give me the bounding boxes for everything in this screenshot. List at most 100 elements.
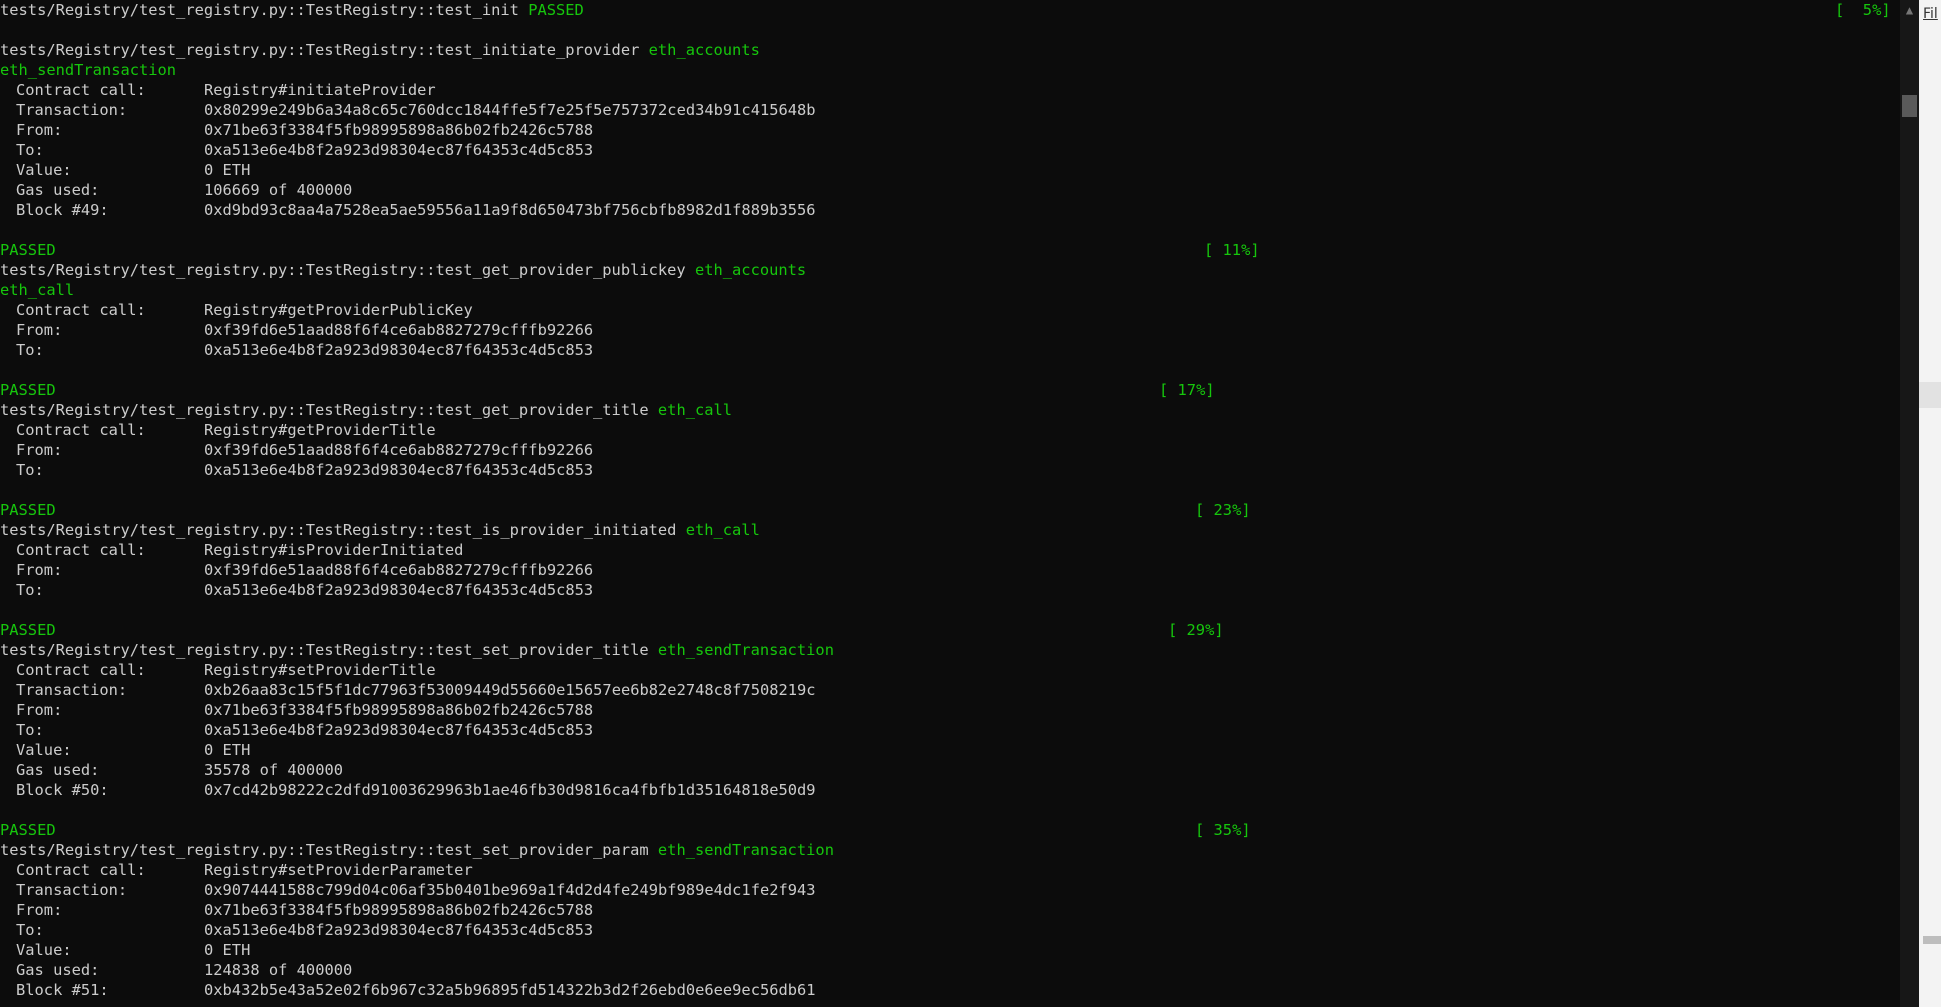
- side-panel-highlight: [1919, 382, 1941, 408]
- rpc-method-tag: eth_call: [657, 401, 733, 419]
- detail-value: 0x71be63f3384f5fb98995898a86b02fb2426c57…: [204, 701, 594, 719]
- call-detail-row: Transaction: 0xb26aa83c15f5f1dc77963f5300…: [0, 680, 1900, 700]
- detail-label: Gas used:: [16, 181, 100, 199]
- progress-percent: [ 11%]: [1204, 241, 1260, 259]
- test-status: PASSED: [0, 821, 56, 839]
- test-status: PASSED: [0, 621, 56, 639]
- call-detail-row: Contract call: Registry#setProviderTitle: [0, 660, 1900, 680]
- side-panel-scroll-marker: [1923, 936, 1941, 944]
- test-node-id: tests/Registry/test_registry.py::TestReg…: [0, 41, 640, 59]
- detail-label: Transaction:: [16, 881, 128, 899]
- detail-value: 0xa513e6e4b8f2a923d98304ec87f64353c4d5c8…: [204, 141, 594, 159]
- call-detail-row: To: 0xa513e6e4b8f2a923d98304ec87f64353c4d…: [0, 720, 1900, 740]
- call-detail-row: To: 0xa513e6e4b8f2a923d98304ec87f64353c4d…: [0, 460, 1900, 480]
- call-detail-row: Transaction: 0x9074441588c799d04c06af35b0…: [0, 880, 1900, 900]
- detail-label: Block #49:: [16, 201, 109, 219]
- test-node-id: tests/Registry/test_registry.py::TestReg…: [0, 261, 686, 279]
- call-detail-row: From: 0xf39fd6e51aad88f6f4ce6ab8827279cff…: [0, 320, 1900, 340]
- call-detail-row: To: 0xa513e6e4b8f2a923d98304ec87f64353c4d…: [0, 580, 1900, 600]
- progress-percent: [ 17%]: [1159, 381, 1215, 399]
- rpc-method-line: eth_call: [0, 280, 1900, 300]
- terminal-output[interactable]: tests/Registry/test_registry.py::TestReg…: [0, 0, 1900, 1007]
- detail-label: Value:: [16, 941, 72, 959]
- call-detail-row: Contract call: Registry#setProviderParame…: [0, 860, 1900, 880]
- test-header-line: tests/Registry/test_registry.py::TestReg…: [0, 520, 1900, 540]
- call-detail-row: Value: 0 ETH: [0, 940, 1900, 960]
- detail-label: To:: [16, 141, 44, 159]
- call-detail-row: Value: 0 ETH: [0, 740, 1900, 760]
- detail-value: 0xa513e6e4b8f2a923d98304ec87f64353c4d5c8…: [204, 721, 594, 739]
- detail-value: 0 ETH: [204, 741, 251, 759]
- test-header-line: tests/Registry/test_registry.py::TestReg…: [0, 640, 1900, 660]
- call-detail-row: From: 0xf39fd6e51aad88f6f4ce6ab8827279cff…: [0, 560, 1900, 580]
- detail-label: To:: [16, 581, 44, 599]
- test-node-id: tests/Registry/test_registry.py::TestReg…: [0, 641, 649, 659]
- scrollbar-thumb[interactable]: [1902, 95, 1917, 117]
- call-detail-row: To: 0xa513e6e4b8f2a923d98304ec87f64353c4d…: [0, 920, 1900, 940]
- test-status: PASSED: [0, 381, 56, 399]
- call-detail-row: Block #49: 0xd9bd93c8aa4a7528ea5ae59556a1…: [0, 200, 1900, 220]
- detail-label: To:: [16, 721, 44, 739]
- call-detail-row: Contract call: Registry#getProviderPublic…: [0, 300, 1900, 320]
- detail-label: To:: [16, 921, 44, 939]
- call-detail-row: To: 0xa513e6e4b8f2a923d98304ec87f64353c4d…: [0, 140, 1900, 160]
- call-detail-row: From: 0x71be63f3384f5fb98995898a86b02fb24…: [0, 120, 1900, 140]
- call-detail-row: Contract call: Registry#getProviderTitle: [0, 420, 1900, 440]
- passed-line: PASSED [ 29%]: [0, 620, 1900, 640]
- detail-label: Value:: [16, 741, 72, 759]
- call-detail-row: To: 0xa513e6e4b8f2a923d98304ec87f64353c4d…: [0, 340, 1900, 360]
- passed-line: PASSED [ 17%]: [0, 380, 1900, 400]
- progress-percent: [ 5%]: [1835, 1, 1891, 19]
- test-status: PASSED: [0, 501, 56, 519]
- detail-label: From:: [16, 901, 63, 919]
- side-panel: Fil: [1919, 0, 1941, 1007]
- detail-value: 0 ETH: [204, 161, 251, 179]
- detail-value: 0xd9bd93c8aa4a7528ea5ae59556a11a9f8d6504…: [204, 201, 816, 219]
- detail-label: Transaction:: [16, 681, 128, 699]
- detail-value: Registry#initiateProvider: [204, 81, 436, 99]
- detail-value: 0xa513e6e4b8f2a923d98304ec87f64353c4d5c8…: [204, 461, 594, 479]
- call-detail-row: Contract call: Registry#isProviderInitiat…: [0, 540, 1900, 560]
- call-detail-row: From: 0x71be63f3384f5fb98995898a86b02fb24…: [0, 700, 1900, 720]
- test-header-line: tests/Registry/test_registry.py::TestReg…: [0, 840, 1900, 860]
- test-node-id: tests/Registry/test_registry.py::TestReg…: [0, 841, 649, 859]
- rpc-method-line: eth_sendTransaction: [0, 60, 1900, 80]
- detail-value: Registry#setProviderTitle: [204, 661, 436, 679]
- passed-line: PASSED [ 23%]: [0, 500, 1900, 520]
- detail-label: Contract call:: [16, 861, 146, 879]
- call-detail-row: Transaction: 0x80299e249b6a34a8c65c760dcc…: [0, 100, 1900, 120]
- test-status: PASSED: [528, 1, 584, 19]
- detail-value: 35578 of 400000: [204, 761, 343, 779]
- test-node-id: tests/Registry/test_registry.py::TestReg…: [0, 1, 519, 19]
- terminal-scrollbar[interactable]: ▲: [1900, 0, 1919, 1007]
- side-panel-label[interactable]: Fil: [1923, 6, 1938, 22]
- scroll-up-arrow-icon[interactable]: ▲: [1900, 0, 1919, 20]
- detail-value: 124838 of 400000: [204, 961, 353, 979]
- test-header-line: tests/Registry/test_registry.py::TestReg…: [0, 400, 1900, 420]
- test-header-line: tests/Registry/test_registry.py::TestReg…: [0, 40, 1900, 60]
- detail-label: Gas used:: [16, 961, 100, 979]
- detail-label: Block #51:: [16, 981, 109, 999]
- rpc-method-tag: eth_sendTransaction: [657, 641, 834, 659]
- detail-label: Contract call:: [16, 421, 146, 439]
- detail-label: From:: [16, 441, 63, 459]
- call-detail-row: Gas used: 35578 of 400000: [0, 760, 1900, 780]
- test-status: PASSED: [0, 241, 56, 259]
- detail-value: 0xb432b5e43a52e02f6b967c32a5b96895fd5143…: [204, 981, 816, 999]
- detail-value: 0x9074441588c799d04c06af35b0401be969a1f4…: [204, 881, 816, 899]
- call-detail-row: Contract call: Registry#initiateProvider: [0, 80, 1900, 100]
- test-node-id: tests/Registry/test_registry.py::TestReg…: [0, 521, 677, 539]
- call-detail-row: Gas used: 124838 of 400000: [0, 960, 1900, 980]
- rpc-method-tag: eth_sendTransaction: [0, 61, 177, 79]
- detail-value: 0x80299e249b6a34a8c65c760dcc1844ffe5f7e2…: [204, 101, 816, 119]
- detail-label: From:: [16, 701, 63, 719]
- detail-value: 0xa513e6e4b8f2a923d98304ec87f64353c4d5c8…: [204, 341, 594, 359]
- rpc-method-tag: eth_accounts: [694, 261, 807, 279]
- detail-value: Registry#getProviderTitle: [204, 421, 436, 439]
- rpc-method-tag: eth_accounts: [648, 41, 760, 59]
- detail-label: Contract call:: [16, 541, 146, 559]
